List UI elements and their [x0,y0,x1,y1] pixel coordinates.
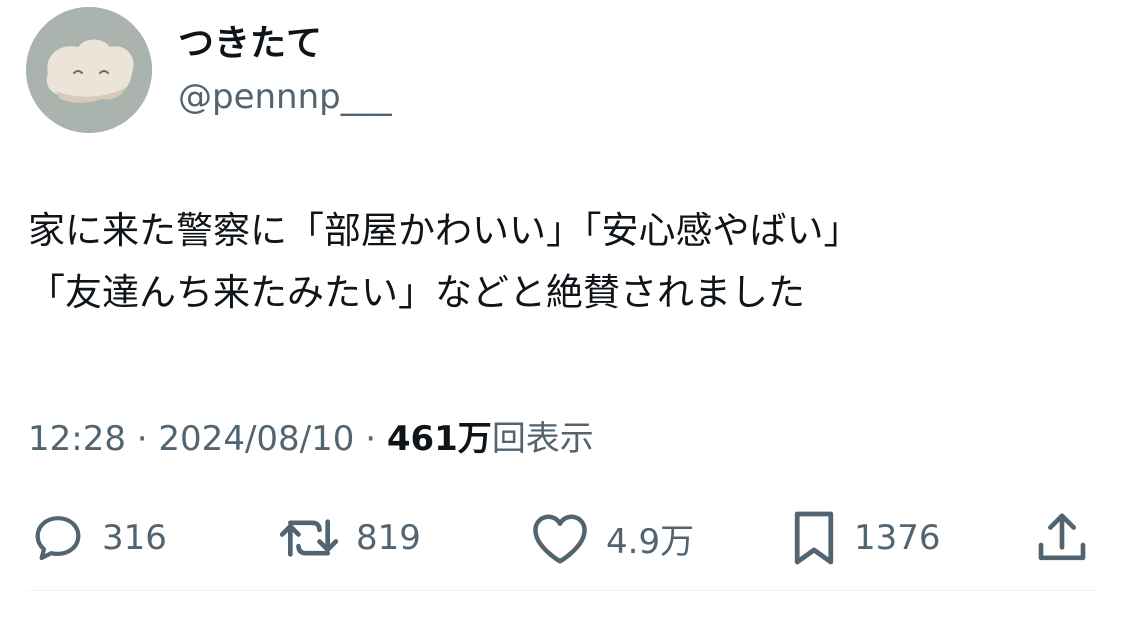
tweet-text-line: 「友達んち来たみたい」などと絶賛されました [28,271,805,314]
tweet-meta: 12:28 · 2024/08/10 · 461万回表示 [28,416,594,462]
tweet-date[interactable]: 2024/08/10 [158,419,354,459]
views-count: 461万 [386,419,492,459]
reply-count: 316 [102,518,167,558]
user-handle[interactable]: @pennnp___ [178,74,392,120]
share-icon [1038,513,1086,561]
divider [28,590,1098,591]
like-count: 4.9万 [606,521,695,562]
bookmark-button[interactable]: 1376 [790,508,941,568]
bookmark-count: 1376 [854,518,941,558]
mochi-avatar-icon [26,7,152,133]
meta-separator: · [365,419,377,459]
display-name[interactable]: つきたて [178,20,322,68]
tweet-text-line: 家に来た警察に「部屋かわいい」「安心感やばい」 [28,209,861,252]
reply-button[interactable]: 316 [30,508,167,568]
share-button[interactable] [1036,508,1088,568]
retweet-count: 819 [356,518,421,558]
meta-separator: · [136,419,148,459]
retweet-icon [279,519,339,557]
tweet-text: 家に来た警察に「部屋かわいい」「安心感やばい」 「友達んち来たみたい」などと絶賛… [28,200,1108,324]
views-label: 回表示 [491,419,594,459]
bookmark-icon [794,511,834,565]
like-button[interactable]: 4.9万 [530,508,694,568]
heart-icon [533,514,587,564]
retweet-button[interactable]: 819 [278,508,421,568]
tweet-time[interactable]: 12:28 [28,419,126,459]
reply-icon [35,516,81,561]
avatar[interactable] [26,7,152,133]
